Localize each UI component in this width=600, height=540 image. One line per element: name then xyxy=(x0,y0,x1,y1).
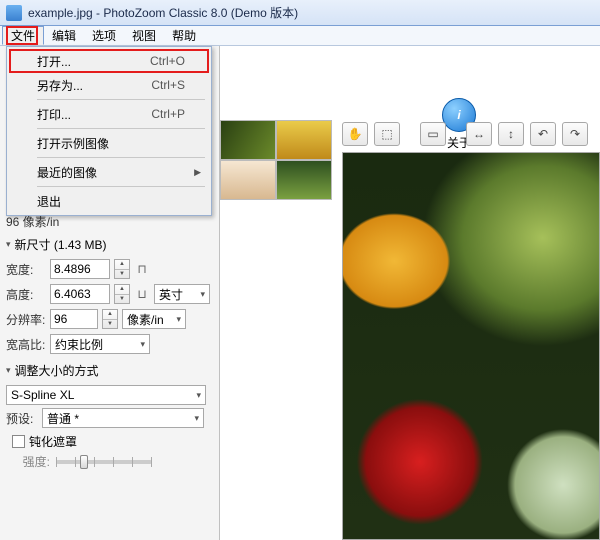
image-preview[interactable] xyxy=(342,152,600,540)
resolution-input[interactable]: 96 xyxy=(50,309,98,329)
aspect-label: 宽高比: xyxy=(6,336,46,353)
window-title: example.jpg - PhotoZoom Classic 8.0 (Dem… xyxy=(28,4,298,21)
rotate-right-button[interactable]: ↷ xyxy=(562,122,588,146)
menu-separator xyxy=(37,99,205,100)
resolution-unit-combo[interactable]: 像素/in xyxy=(122,309,186,329)
preset-combo[interactable]: 普通 * xyxy=(42,408,204,428)
menu-item-label: 打印... xyxy=(37,106,71,123)
rotate-right-icon: ↷ xyxy=(570,127,580,141)
thumbnail[interactable] xyxy=(276,120,332,160)
menu-item-label: 打开示例图像 xyxy=(37,135,109,152)
section-header-label: 调整大小的方式 xyxy=(15,362,99,379)
strength-slider[interactable] xyxy=(56,460,152,464)
hand-icon: ✋ xyxy=(348,127,363,141)
flip-h-icon: ↔ xyxy=(473,127,485,141)
menu-separator xyxy=(37,128,205,129)
submenu-arrow-icon: ▶ xyxy=(194,167,201,178)
aspect-combo[interactable]: 约束比例 xyxy=(50,334,150,354)
menu-item-label: 退出 xyxy=(37,193,61,210)
width-label: 宽度: xyxy=(6,261,46,278)
file-menu-dropdown: 打开... Ctrl+O 另存为... Ctrl+S 打印... Ctrl+P … xyxy=(6,46,212,216)
width-input[interactable]: 8.4896 xyxy=(50,259,110,279)
menu-separator xyxy=(37,186,205,187)
height-input[interactable]: 6.4063 xyxy=(50,284,110,304)
preview-image xyxy=(343,153,599,539)
section-new-size[interactable]: 新尺寸 (1.43 MB) xyxy=(6,233,213,256)
height-spinner[interactable]: ▲▼ xyxy=(114,284,130,304)
section-resize-method[interactable]: 调整大小的方式 xyxy=(6,359,213,382)
app-icon xyxy=(6,5,22,21)
section-header-label: 新尺寸 (1.43 MB) xyxy=(15,236,107,253)
thumbnail[interactable] xyxy=(276,160,332,200)
rotate-left-button[interactable]: ↶ xyxy=(530,122,556,146)
menu-options[interactable]: 选项 xyxy=(84,26,124,45)
menu-bar: 文件 编辑 选项 视图 帮助 xyxy=(0,26,600,46)
menu-item-exit[interactable]: 退出 xyxy=(9,189,209,213)
menu-item-shortcut: Ctrl+S xyxy=(151,78,185,92)
menu-item-open[interactable]: 打开... Ctrl+O xyxy=(9,49,209,73)
rotate-left-icon: ↶ xyxy=(538,127,548,141)
menu-item-label: 最近的图像 xyxy=(37,164,97,181)
menu-item-save-as[interactable]: 另存为... Ctrl+S xyxy=(9,73,209,97)
link-icon[interactable]: ⊓ xyxy=(134,262,150,276)
marquee-tool-button[interactable]: ⬚ xyxy=(374,122,400,146)
menu-item-label: 另存为... xyxy=(37,77,83,94)
preset-label: 预设: xyxy=(6,410,38,427)
menu-help[interactable]: 帮助 xyxy=(164,26,204,45)
flip-vertical-button[interactable]: ↕ xyxy=(498,122,524,146)
menu-item-shortcut: Ctrl+O xyxy=(150,54,185,68)
resolution-spinner[interactable]: ▲▼ xyxy=(102,309,118,329)
crop-icon: ▭ xyxy=(427,127,438,141)
marquee-icon: ⬚ xyxy=(381,127,392,141)
menu-file[interactable]: 文件 xyxy=(2,26,44,45)
preview-toolbar: ✋ ⬚ ▭ ↔ ↕ ↶ ↷ xyxy=(342,122,588,146)
resize-method-combo[interactable]: S-Spline XL xyxy=(6,385,206,405)
menu-edit[interactable]: 编辑 xyxy=(44,26,84,45)
width-spinner[interactable]: ▲▼ xyxy=(114,259,130,279)
strength-label: 强度: xyxy=(16,453,50,470)
menu-item-label: 打开... xyxy=(37,53,71,70)
menu-separator xyxy=(37,157,205,158)
slider-thumb[interactable] xyxy=(80,455,88,469)
title-bar: example.jpg - PhotoZoom Classic 8.0 (Dem… xyxy=(0,0,600,26)
right-area: i 关于 ✋ ⬚ ▭ ↔ ↕ ↶ ↷ xyxy=(220,46,600,540)
menu-view[interactable]: 视图 xyxy=(124,26,164,45)
unsharp-mask-label: 钝化遮罩 xyxy=(29,433,77,450)
thumbnail[interactable] xyxy=(220,160,276,200)
pan-tool-button[interactable]: ✋ xyxy=(342,122,368,146)
flip-horizontal-button[interactable]: ↔ xyxy=(466,122,492,146)
thumbnail[interactable] xyxy=(220,120,276,160)
thumbnail-strip xyxy=(220,120,338,200)
menu-item-recent[interactable]: 最近的图像 ▶ xyxy=(9,160,209,184)
height-label: 高度: xyxy=(6,286,46,303)
menu-item-open-example[interactable]: 打开示例图像 xyxy=(9,131,209,155)
unsharp-mask-checkbox[interactable] xyxy=(12,435,25,448)
crop-tool-button[interactable]: ▭ xyxy=(420,122,446,146)
menu-item-print[interactable]: 打印... Ctrl+P xyxy=(9,102,209,126)
resolution-label: 分辨率: xyxy=(6,311,46,328)
size-unit-combo[interactable]: 英寸 xyxy=(154,284,210,304)
menu-item-shortcut: Ctrl+P xyxy=(151,107,185,121)
flip-v-icon: ↕ xyxy=(508,127,514,141)
link-icon[interactable]: ⊔ xyxy=(134,287,150,301)
